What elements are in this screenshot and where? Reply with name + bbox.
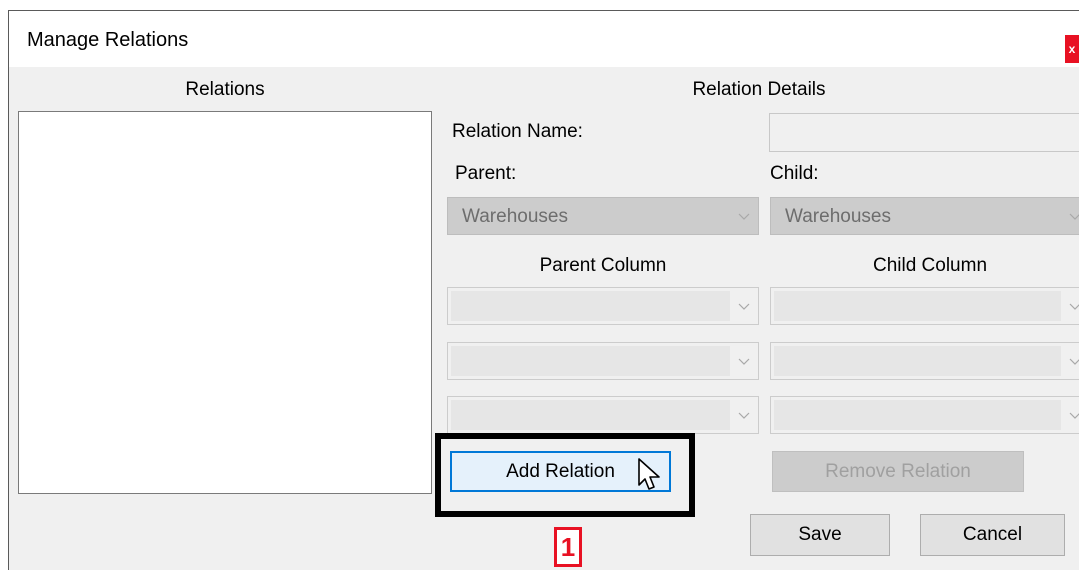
child-column-value-3 xyxy=(774,400,1061,430)
relation-name-label: Relation Name: xyxy=(452,121,583,142)
chevron-down-icon xyxy=(738,213,750,220)
relations-list[interactable] xyxy=(18,111,432,494)
parent-column-value-1 xyxy=(451,291,730,321)
manage-relations-dialog: Manage Relations x Relations Relation De… xyxy=(8,10,1079,570)
mouse-cursor-icon xyxy=(638,458,660,490)
chevron-down-icon xyxy=(1069,213,1079,220)
close-button[interactable]: x xyxy=(1065,35,1079,63)
child-table-value: Warehouses xyxy=(785,206,891,227)
cancel-button[interactable]: Cancel xyxy=(920,514,1065,556)
chevron-down-icon xyxy=(738,303,750,310)
title-bar: Manage Relations x xyxy=(9,11,1079,67)
relation-name-input[interactable] xyxy=(769,113,1079,152)
parent-column-value-2 xyxy=(451,346,730,376)
dialog-title: Manage Relations xyxy=(27,29,189,51)
relation-details-header: Relation Details xyxy=(692,79,826,100)
remove-relation-button[interactable]: Remove Relation xyxy=(772,451,1024,492)
save-button[interactable]: Save xyxy=(750,514,890,556)
relations-header: Relations xyxy=(185,79,265,100)
parent-table-value: Warehouses xyxy=(462,206,568,227)
child-column-select-1[interactable] xyxy=(770,287,1079,325)
child-column-select-2[interactable] xyxy=(770,342,1079,380)
child-column-header: Child Column xyxy=(872,255,988,276)
parent-label: Parent: xyxy=(455,163,517,184)
child-column-select-3[interactable] xyxy=(770,396,1079,434)
parent-column-value-3 xyxy=(451,400,730,430)
child-column-value-2 xyxy=(774,346,1061,376)
chevron-down-icon xyxy=(738,412,750,419)
parent-column-header: Parent Column xyxy=(539,255,667,276)
child-label: Child: xyxy=(770,163,819,184)
parent-column-select-3[interactable] xyxy=(447,396,759,434)
child-table-select[interactable]: Warehouses xyxy=(770,197,1079,235)
step-number-badge: 1 xyxy=(554,527,582,567)
child-column-value-1 xyxy=(774,291,1061,321)
chevron-down-icon xyxy=(1069,412,1079,419)
parent-column-select-2[interactable] xyxy=(447,342,759,380)
chevron-down-icon xyxy=(1069,358,1079,365)
chevron-down-icon xyxy=(738,358,750,365)
parent-column-select-1[interactable] xyxy=(447,287,759,325)
chevron-down-icon xyxy=(1069,303,1079,310)
parent-table-select[interactable]: Warehouses xyxy=(447,197,759,235)
